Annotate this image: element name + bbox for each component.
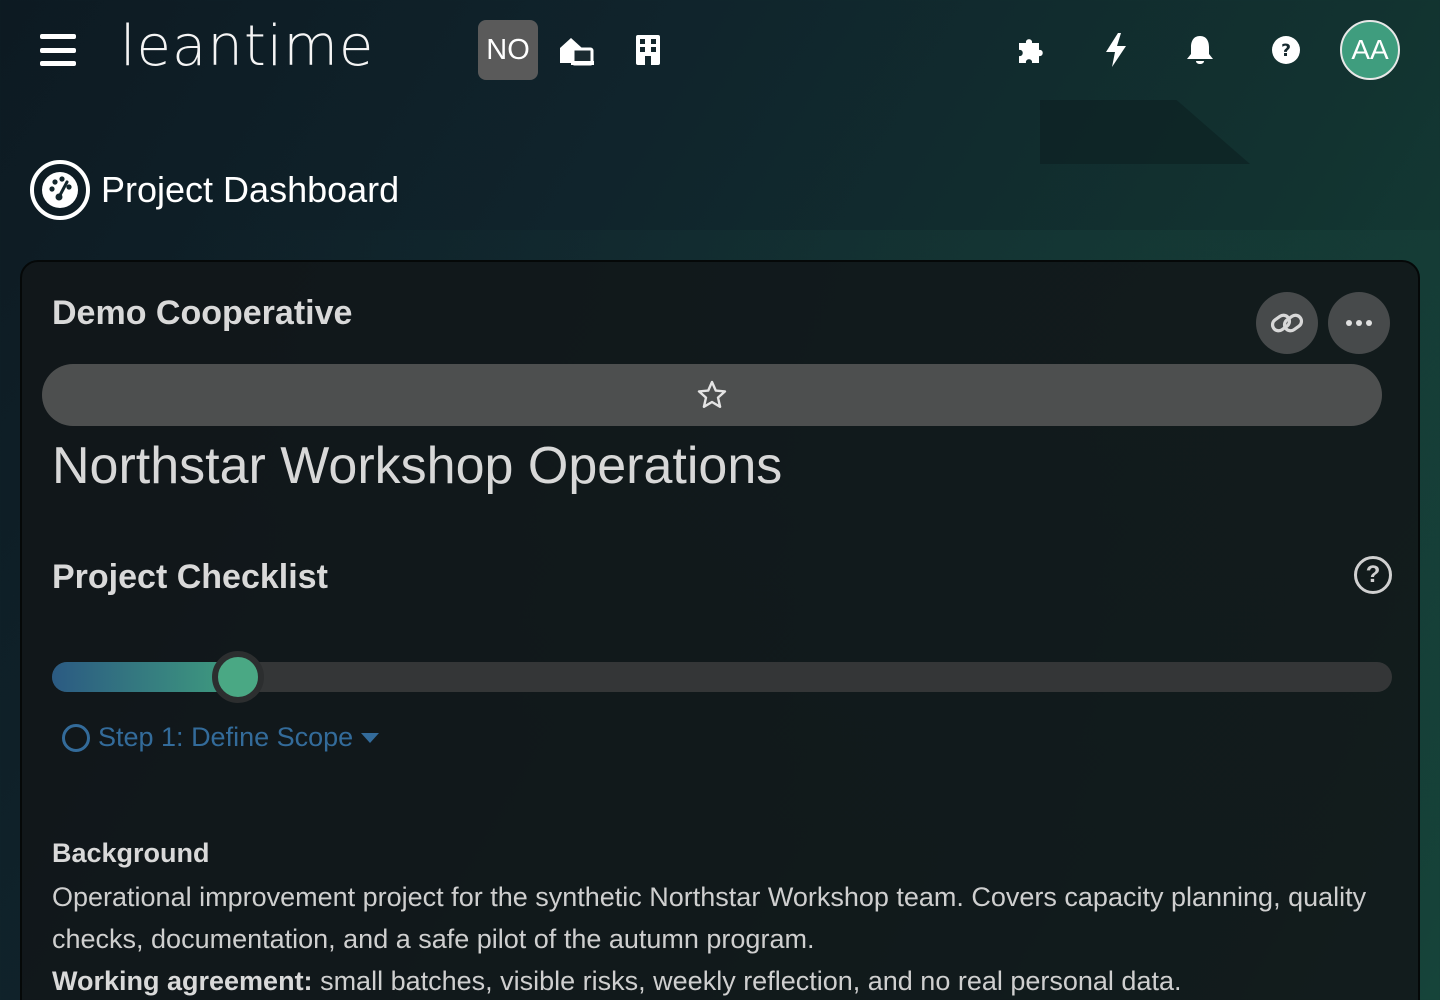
puzzle-icon[interactable] <box>1012 30 1052 70</box>
home-switch-icon[interactable] <box>556 30 596 70</box>
current-step-dropdown[interactable]: Step 1: Define Scope <box>62 722 380 753</box>
menu-icon[interactable] <box>40 34 76 66</box>
caret-down-icon <box>361 732 380 743</box>
step-status-circle-icon <box>62 723 90 752</box>
favorite-bar[interactable] <box>42 364 1382 426</box>
checklist-progress-fill <box>52 662 238 692</box>
background-description: Operational improvement project for the … <box>52 876 1372 1000</box>
star-icon[interactable] <box>696 379 728 411</box>
bell-icon[interactable] <box>1180 30 1220 70</box>
project-card: Demo Cooperative Northstar Workshop Oper… <box>20 260 1420 1000</box>
checklist-help-icon[interactable]: ? <box>1354 556 1392 594</box>
project-name: Northstar Workshop Operations <box>52 437 783 495</box>
checklist-progress-knob[interactable] <box>212 651 264 703</box>
background-heading: Background <box>52 838 210 868</box>
checklist-title: Project Checklist <box>52 558 328 596</box>
background-text: Operational improvement project for the … <box>52 882 1367 954</box>
checklist-progress-track <box>52 651 1392 703</box>
copy-link-button[interactable] <box>1256 292 1318 354</box>
user-avatar[interactable]: AA <box>1340 20 1400 80</box>
more-options-button[interactable] <box>1328 292 1390 354</box>
ellipsis-icon <box>1346 320 1372 326</box>
client-name: Demo Cooperative <box>52 294 353 332</box>
current-step-label: Step 1: Define Scope <box>98 722 354 752</box>
dashboard-gauge-icon <box>30 160 90 220</box>
app-logo[interactable]: leantime <box>120 14 374 79</box>
agreement-text: small batches, visible risks, weekly ref… <box>312 966 1182 996</box>
help-icon[interactable]: ? <box>1266 30 1306 70</box>
background-shape <box>1040 100 1250 164</box>
bolt-icon[interactable] <box>1096 30 1136 70</box>
page-title: Project Dashboard <box>101 169 400 210</box>
page-title-row: Project Dashboard <box>30 160 399 220</box>
project-avatar-badge[interactable]: NO <box>478 20 538 80</box>
top-navbar: leantime NO ? AA <box>0 0 1440 100</box>
svg-text:?: ? <box>1281 41 1291 61</box>
link-icon <box>1270 313 1304 333</box>
agreement-label: Working agreement: <box>52 966 313 996</box>
building-icon[interactable] <box>628 30 668 70</box>
